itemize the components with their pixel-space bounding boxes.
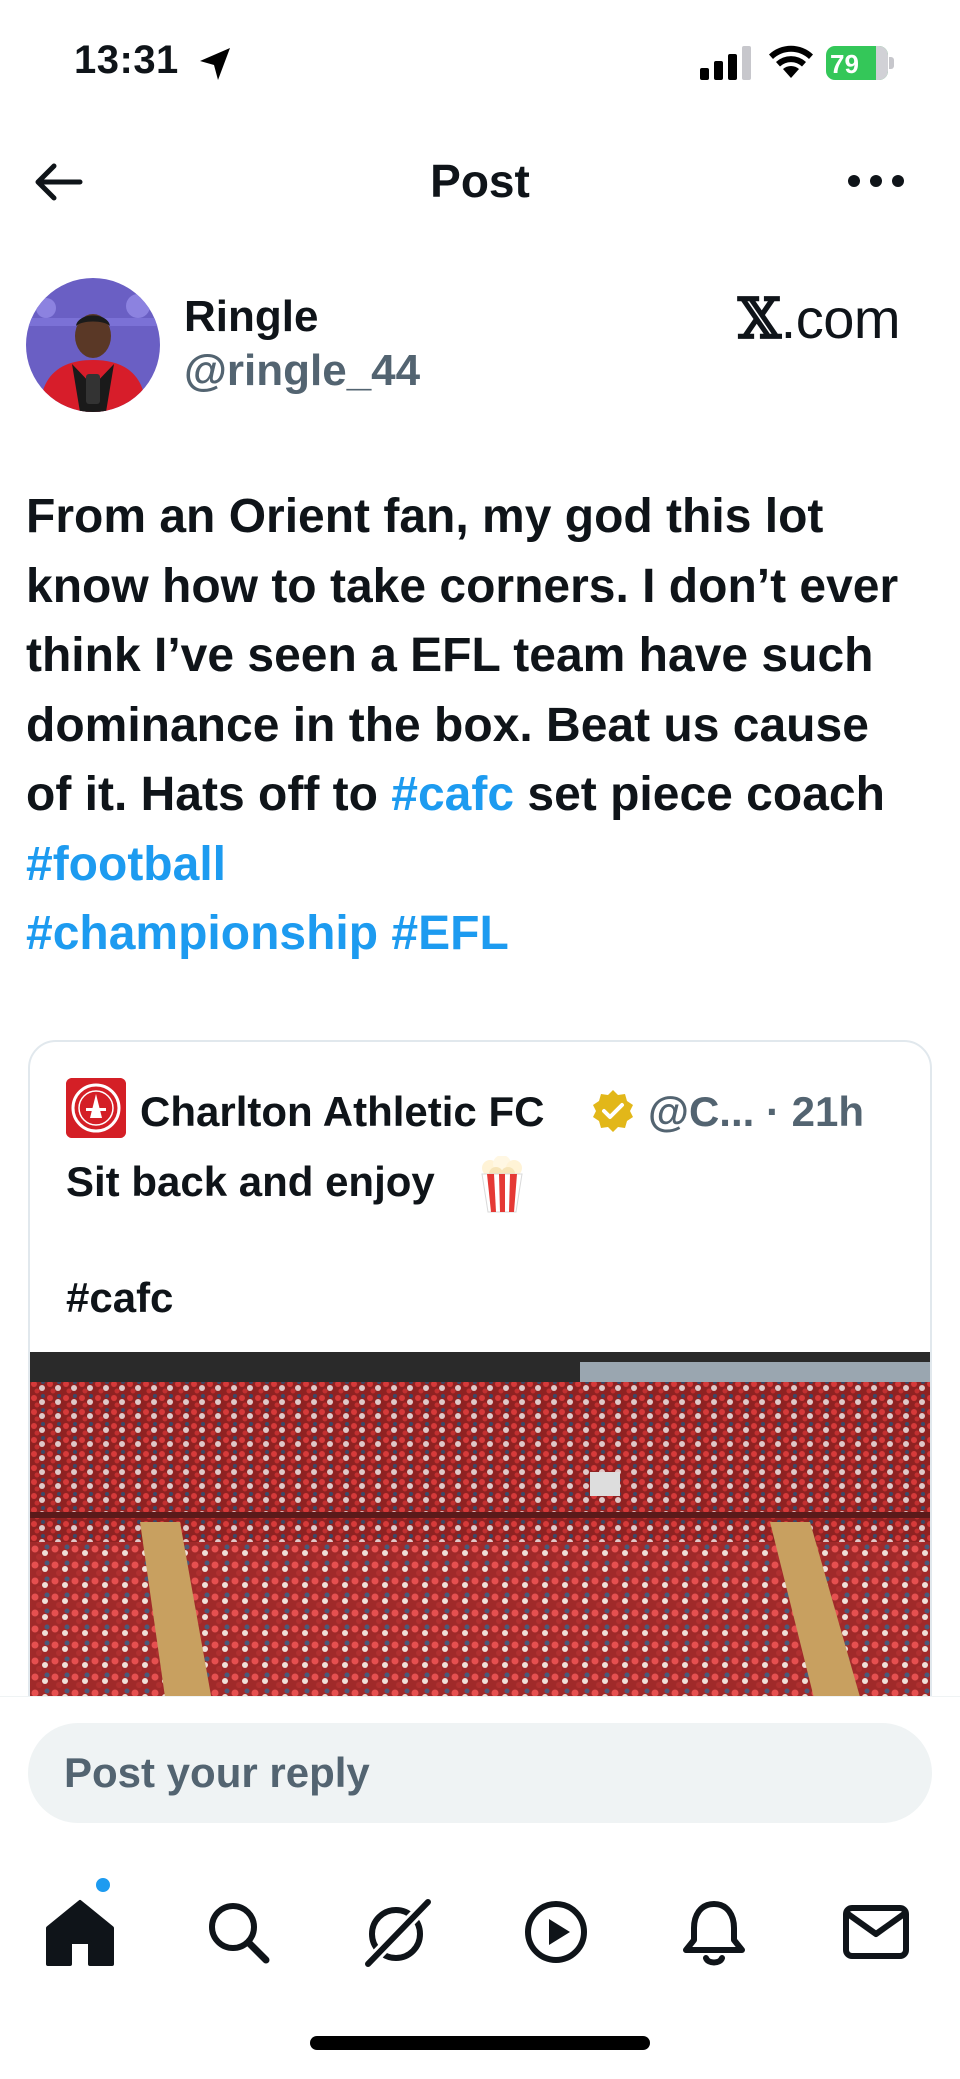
home-indicator[interactable] [310,2036,650,2050]
source-badge: 𝕏.com [737,286,901,352]
status-bar: 13:31 79 [0,0,960,120]
quoted-author-name: Charlton Athletic FC [140,1088,545,1135]
reply-input[interactable] [28,1723,932,1823]
page-title: Post [430,155,530,207]
notifications-bell-icon[interactable] [674,1892,754,1972]
x-logo-icon: 𝕏 [737,286,781,352]
quoted-handle-time: @C... · 21h [648,1088,864,1135]
quoted-text-line: Sit back and enjoy [66,1158,435,1205]
home-notification-dot [94,1876,112,1894]
quoted-post-card[interactable]: Charlton Athletic FC @C... · 21h Sit bac… [28,1040,932,1800]
quoted-hashtag: #cafc [66,1274,174,1321]
popcorn-emoji-icon [481,1156,523,1213]
author-handle[interactable]: @ringle_44 [184,346,420,396]
more-options-icon[interactable] [846,166,906,196]
home-icon[interactable] [40,1892,120,1972]
battery-level: 79 [830,49,859,79]
post-header: Post [0,140,960,224]
messages-envelope-icon[interactable] [836,1892,916,1972]
author-name[interactable]: Ringle [184,292,318,342]
verified-badge-icon [593,1090,633,1132]
bottom-navigation [0,1856,960,2079]
post-body: From an Orient fan, my god this lot know… [26,482,926,969]
reply-bar [0,1696,960,1856]
wifi-icon [769,45,813,78]
source-label: .com [780,287,901,350]
hashtag-link[interactable]: #football [26,838,226,891]
hashtag-link[interactable]: #championship [26,907,378,960]
search-icon[interactable] [198,1892,278,1972]
post-text-part: set piece coach [514,768,885,821]
charlton-crest-icon [66,1078,126,1138]
grok-icon[interactable] [356,1892,436,1972]
author-avatar[interactable] [26,278,160,412]
video-play-icon[interactable] [516,1892,596,1972]
status-time: 13:31 [74,38,179,82]
hashtag-link[interactable]: #cafc [391,768,514,821]
battery-icon: 79 [826,46,894,80]
location-arrow-icon [200,48,230,80]
cellular-signal-icon [700,46,751,80]
hashtag-link[interactable]: #EFL [391,907,508,960]
